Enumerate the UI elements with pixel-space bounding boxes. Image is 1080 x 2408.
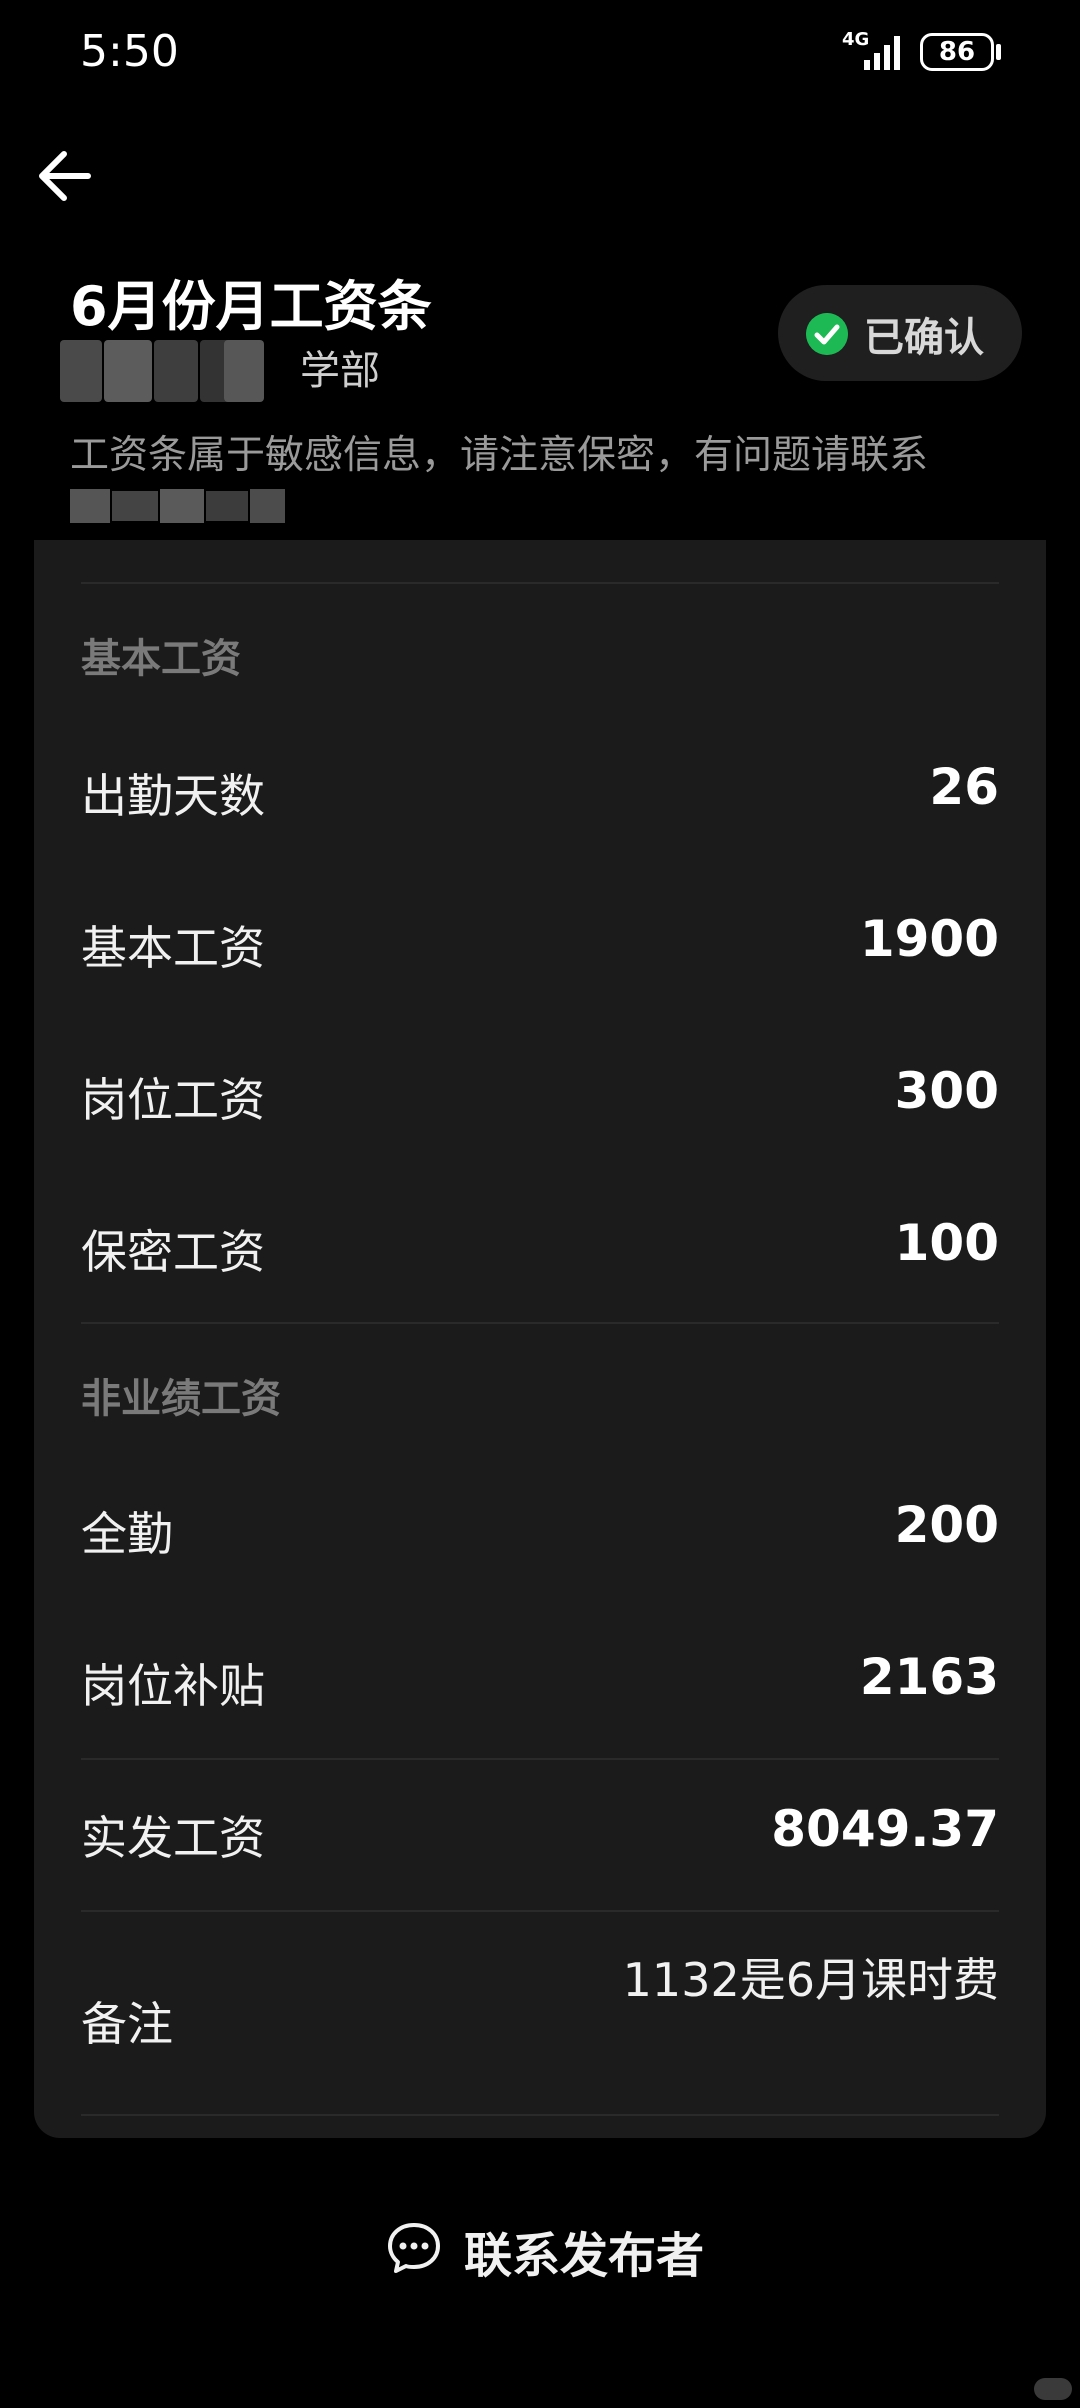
row-value: 300 — [894, 1062, 999, 1120]
battery-tip — [996, 44, 1001, 60]
contact-publisher-button[interactable]: 联系发布者 — [380, 2210, 710, 2290]
net-pay-value: 8049.37 — [771, 1800, 999, 1858]
payslip-card: 基本工资 出勤天数 26 基本工资 1900 岗位工资 300 保密工资 100… — [34, 540, 1046, 2138]
row-net-pay: 实发工资 8049.37 — [81, 1792, 999, 1872]
row-value: 26 — [929, 758, 999, 816]
row-value: 200 — [894, 1496, 999, 1554]
row-label: 岗位补贴 — [81, 1659, 265, 1713]
signal-icon — [864, 36, 900, 70]
row-position-salary: 岗位工资 300 — [81, 1054, 999, 1134]
remark-value: 1132是6月课时费 — [622, 1953, 999, 2007]
row-attendance-days: 出勤天数 26 — [81, 750, 999, 830]
back-arrow-icon[interactable] — [30, 140, 102, 212]
chat-bubble-icon — [388, 2223, 440, 2273]
row-base-salary: 基本工资 1900 — [81, 902, 999, 982]
contact-publisher-label: 联系发布者 — [464, 2228, 705, 2284]
section-title-non-performance: 非业绩工资 — [81, 1376, 281, 1422]
divider — [81, 2114, 999, 2116]
row-label: 出勤天数 — [81, 769, 265, 823]
status-bar: 5:50 4G 86 — [0, 0, 1080, 110]
check-icon — [806, 313, 848, 355]
notice-redacted — [70, 489, 285, 523]
department-suffix: 学部 — [300, 348, 380, 394]
row-value: 100 — [894, 1214, 999, 1272]
row-label: 基本工资 — [81, 921, 265, 975]
watermark-logo — [1034, 2378, 1072, 2400]
section-title-basic: 基本工资 — [81, 636, 241, 682]
net-pay-label: 实发工资 — [81, 1811, 265, 1865]
divider — [81, 582, 999, 584]
status-time: 5:50 — [80, 26, 179, 77]
page-title: 6月份月工资条 — [70, 275, 432, 338]
confidential-notice: 工资条属于敏感信息，请注意保密，有问题请联系 — [70, 433, 929, 478]
payslip-screen: 5:50 4G 86 6月份月工资条 学部 已确认 工资条属于敏感信息，请注意保… — [0, 0, 1080, 2408]
row-label: 岗位工资 — [81, 1073, 265, 1127]
row-position-allowance: 岗位补贴 2163 — [81, 1640, 999, 1720]
row-label: 全勤 — [81, 1507, 173, 1561]
row-value: 1900 — [859, 910, 999, 968]
divider — [81, 1910, 999, 1912]
status-badge: 已确认 — [778, 285, 1022, 381]
remark-label: 备注 — [81, 1997, 173, 2051]
row-value: 2163 — [859, 1648, 999, 1706]
divider — [81, 1322, 999, 1324]
status-label: 已确认 — [864, 315, 984, 361]
row-remark: 备注 1132是6月课时费 — [81, 1952, 999, 2072]
divider — [81, 1758, 999, 1760]
row-label: 保密工资 — [81, 1225, 265, 1279]
row-confidentiality-salary: 保密工资 100 — [81, 1206, 999, 1286]
battery-icon: 86 — [920, 33, 994, 71]
row-full-attendance: 全勤 200 — [81, 1488, 999, 1568]
